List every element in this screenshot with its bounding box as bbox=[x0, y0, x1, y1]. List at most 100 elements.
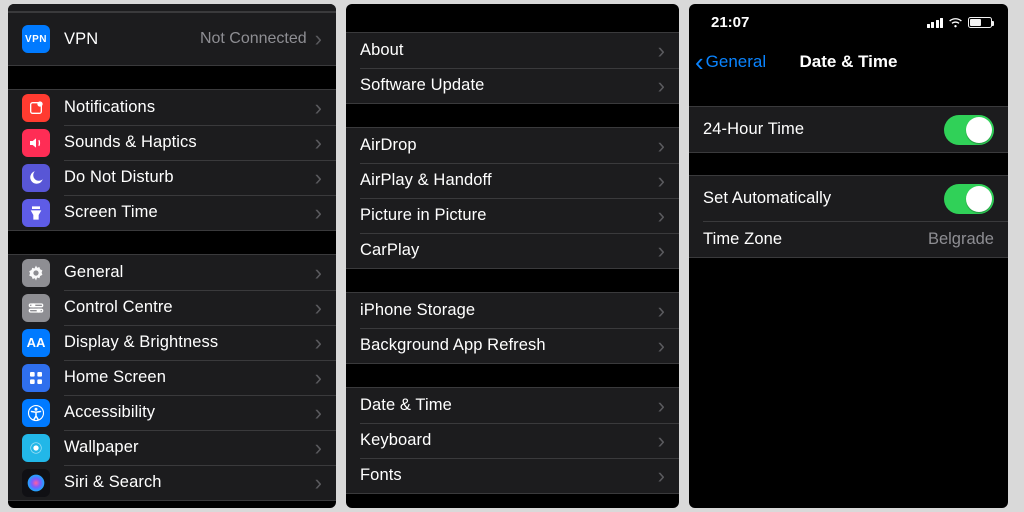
wifi-icon bbox=[948, 17, 963, 28]
general-row-bg-refresh[interactable]: Background App Refresh › bbox=[346, 328, 679, 363]
settings-row-display[interactable]: AA Display & Brightness › bbox=[8, 325, 336, 360]
row-label: Home Screen bbox=[64, 368, 313, 387]
general-row-airdrop[interactable]: AirDrop › bbox=[346, 128, 679, 163]
general-row-keyboard[interactable]: Keyboard › bbox=[346, 423, 679, 458]
row-label: iPhone Storage bbox=[360, 301, 656, 320]
row-label: Notifications bbox=[64, 98, 313, 117]
row-label: Accessibility bbox=[64, 403, 313, 422]
chevron-right-icon: › bbox=[315, 437, 322, 459]
row-label: Display & Brightness bbox=[64, 333, 313, 352]
general-settings-screen: About › Software Update › AirDrop › AirP… bbox=[346, 4, 679, 508]
chevron-right-icon: › bbox=[315, 262, 322, 284]
settings-row-notifications[interactable]: Notifications › bbox=[8, 90, 336, 125]
general-row-pip[interactable]: Picture in Picture › bbox=[346, 198, 679, 233]
chevron-right-icon: › bbox=[315, 132, 322, 154]
chevron-right-icon: › bbox=[658, 135, 665, 157]
chevron-right-icon: › bbox=[315, 367, 322, 389]
chevron-right-icon: › bbox=[658, 40, 665, 62]
nav-bar: ‹ General Date & Time bbox=[689, 40, 1008, 84]
status-bar: 21:07 bbox=[689, 4, 1008, 40]
gear-icon bbox=[22, 259, 50, 287]
settings-row-general[interactable]: General › bbox=[8, 255, 336, 290]
row-label: Picture in Picture bbox=[360, 206, 656, 225]
chevron-right-icon: › bbox=[315, 202, 322, 224]
chevron-right-icon: › bbox=[658, 75, 665, 97]
row-set-automatically[interactable]: Set Automatically bbox=[689, 176, 1008, 221]
settings-row-siri[interactable]: Siri & Search › bbox=[8, 465, 336, 500]
general-row-date-time[interactable]: Date & Time › bbox=[346, 388, 679, 423]
chevron-right-icon: › bbox=[315, 402, 322, 424]
row-label: VPN bbox=[64, 30, 200, 49]
row-label: Sounds & Haptics bbox=[64, 133, 313, 152]
group-spacer bbox=[8, 231, 336, 254]
back-label: General bbox=[706, 52, 766, 72]
chevron-left-icon: ‹ bbox=[695, 52, 704, 73]
row-label: Control Centre bbox=[64, 298, 313, 317]
screentime-icon bbox=[22, 199, 50, 227]
row-label: Software Update bbox=[360, 76, 656, 95]
group-spacer bbox=[346, 364, 679, 387]
row-label: Background App Refresh bbox=[360, 336, 656, 355]
group-spacer bbox=[346, 269, 679, 292]
row-24hour[interactable]: 24-Hour Time bbox=[689, 107, 1008, 152]
row-time-zone: Time Zone Belgrade bbox=[689, 221, 1008, 257]
chevron-right-icon: › bbox=[658, 465, 665, 487]
switch-24hour[interactable] bbox=[944, 115, 994, 145]
dnd-icon bbox=[22, 164, 50, 192]
cellular-icon bbox=[927, 17, 944, 28]
vpn-icon: VPN bbox=[22, 25, 50, 53]
control-centre-icon bbox=[22, 294, 50, 322]
battery-icon bbox=[968, 17, 992, 28]
sounds-icon bbox=[22, 129, 50, 157]
chevron-right-icon: › bbox=[658, 335, 665, 357]
chevron-right-icon: › bbox=[315, 97, 322, 119]
settings-row-dnd[interactable]: Do Not Disturb › bbox=[8, 160, 336, 195]
chevron-right-icon: › bbox=[658, 430, 665, 452]
settings-row-screentime[interactable]: Screen Time › bbox=[8, 195, 336, 230]
chevron-right-icon: › bbox=[658, 170, 665, 192]
settings-row-accessibility[interactable]: Accessibility › bbox=[8, 395, 336, 430]
settings-row-controlcentre[interactable]: Control Centre › bbox=[8, 290, 336, 325]
general-row-carplay[interactable]: CarPlay › bbox=[346, 233, 679, 268]
row-label: Time Zone bbox=[703, 230, 928, 249]
row-label: Date & Time bbox=[360, 396, 656, 415]
general-row-about[interactable]: About › bbox=[346, 33, 679, 68]
row-label: Set Automatically bbox=[703, 189, 944, 208]
settings-main-screen: VPN VPN Not Connected › Notifications › … bbox=[8, 4, 336, 508]
chevron-right-icon: › bbox=[658, 300, 665, 322]
settings-row-sounds[interactable]: Sounds & Haptics › bbox=[8, 125, 336, 160]
siri-icon bbox=[22, 469, 50, 497]
row-label: Do Not Disturb bbox=[64, 168, 313, 187]
back-button[interactable]: ‹ General bbox=[689, 52, 766, 73]
wallpaper-icon bbox=[22, 434, 50, 462]
general-row-software-update[interactable]: Software Update › bbox=[346, 68, 679, 103]
row-value: Not Connected bbox=[200, 30, 307, 48]
row-label: Screen Time bbox=[64, 203, 313, 222]
chevron-right-icon: › bbox=[315, 28, 322, 50]
settings-row-wallpaper[interactable]: Wallpaper › bbox=[8, 430, 336, 465]
switch-set-automatically[interactable] bbox=[944, 184, 994, 214]
group-spacer bbox=[689, 84, 1008, 106]
general-row-airplay[interactable]: AirPlay & Handoff › bbox=[346, 163, 679, 198]
row-label: About bbox=[360, 41, 656, 60]
chevron-right-icon: › bbox=[658, 240, 665, 262]
group-spacer bbox=[346, 104, 679, 127]
row-label: Keyboard bbox=[360, 431, 656, 450]
row-label: AirPlay & Handoff bbox=[360, 171, 656, 190]
accessibility-icon bbox=[22, 399, 50, 427]
row-label: CarPlay bbox=[360, 241, 656, 260]
general-row-iphone-storage[interactable]: iPhone Storage › bbox=[346, 293, 679, 328]
settings-row-vpn[interactable]: VPN VPN Not Connected › bbox=[8, 13, 336, 65]
settings-row-homescreen[interactable]: Home Screen › bbox=[8, 360, 336, 395]
chevron-right-icon: › bbox=[315, 167, 322, 189]
date-time-screen: 21:07 ‹ General Date & Time 24-Hour Time… bbox=[689, 4, 1008, 508]
general-row-fonts[interactable]: Fonts › bbox=[346, 458, 679, 493]
row-label: 24-Hour Time bbox=[703, 120, 944, 139]
chevron-right-icon: › bbox=[658, 395, 665, 417]
status-time: 21:07 bbox=[711, 14, 749, 31]
row-label: Siri & Search bbox=[64, 473, 313, 492]
chevron-right-icon: › bbox=[315, 472, 322, 494]
group-spacer bbox=[689, 153, 1008, 175]
chevron-right-icon: › bbox=[315, 332, 322, 354]
display-icon: AA bbox=[22, 329, 50, 357]
